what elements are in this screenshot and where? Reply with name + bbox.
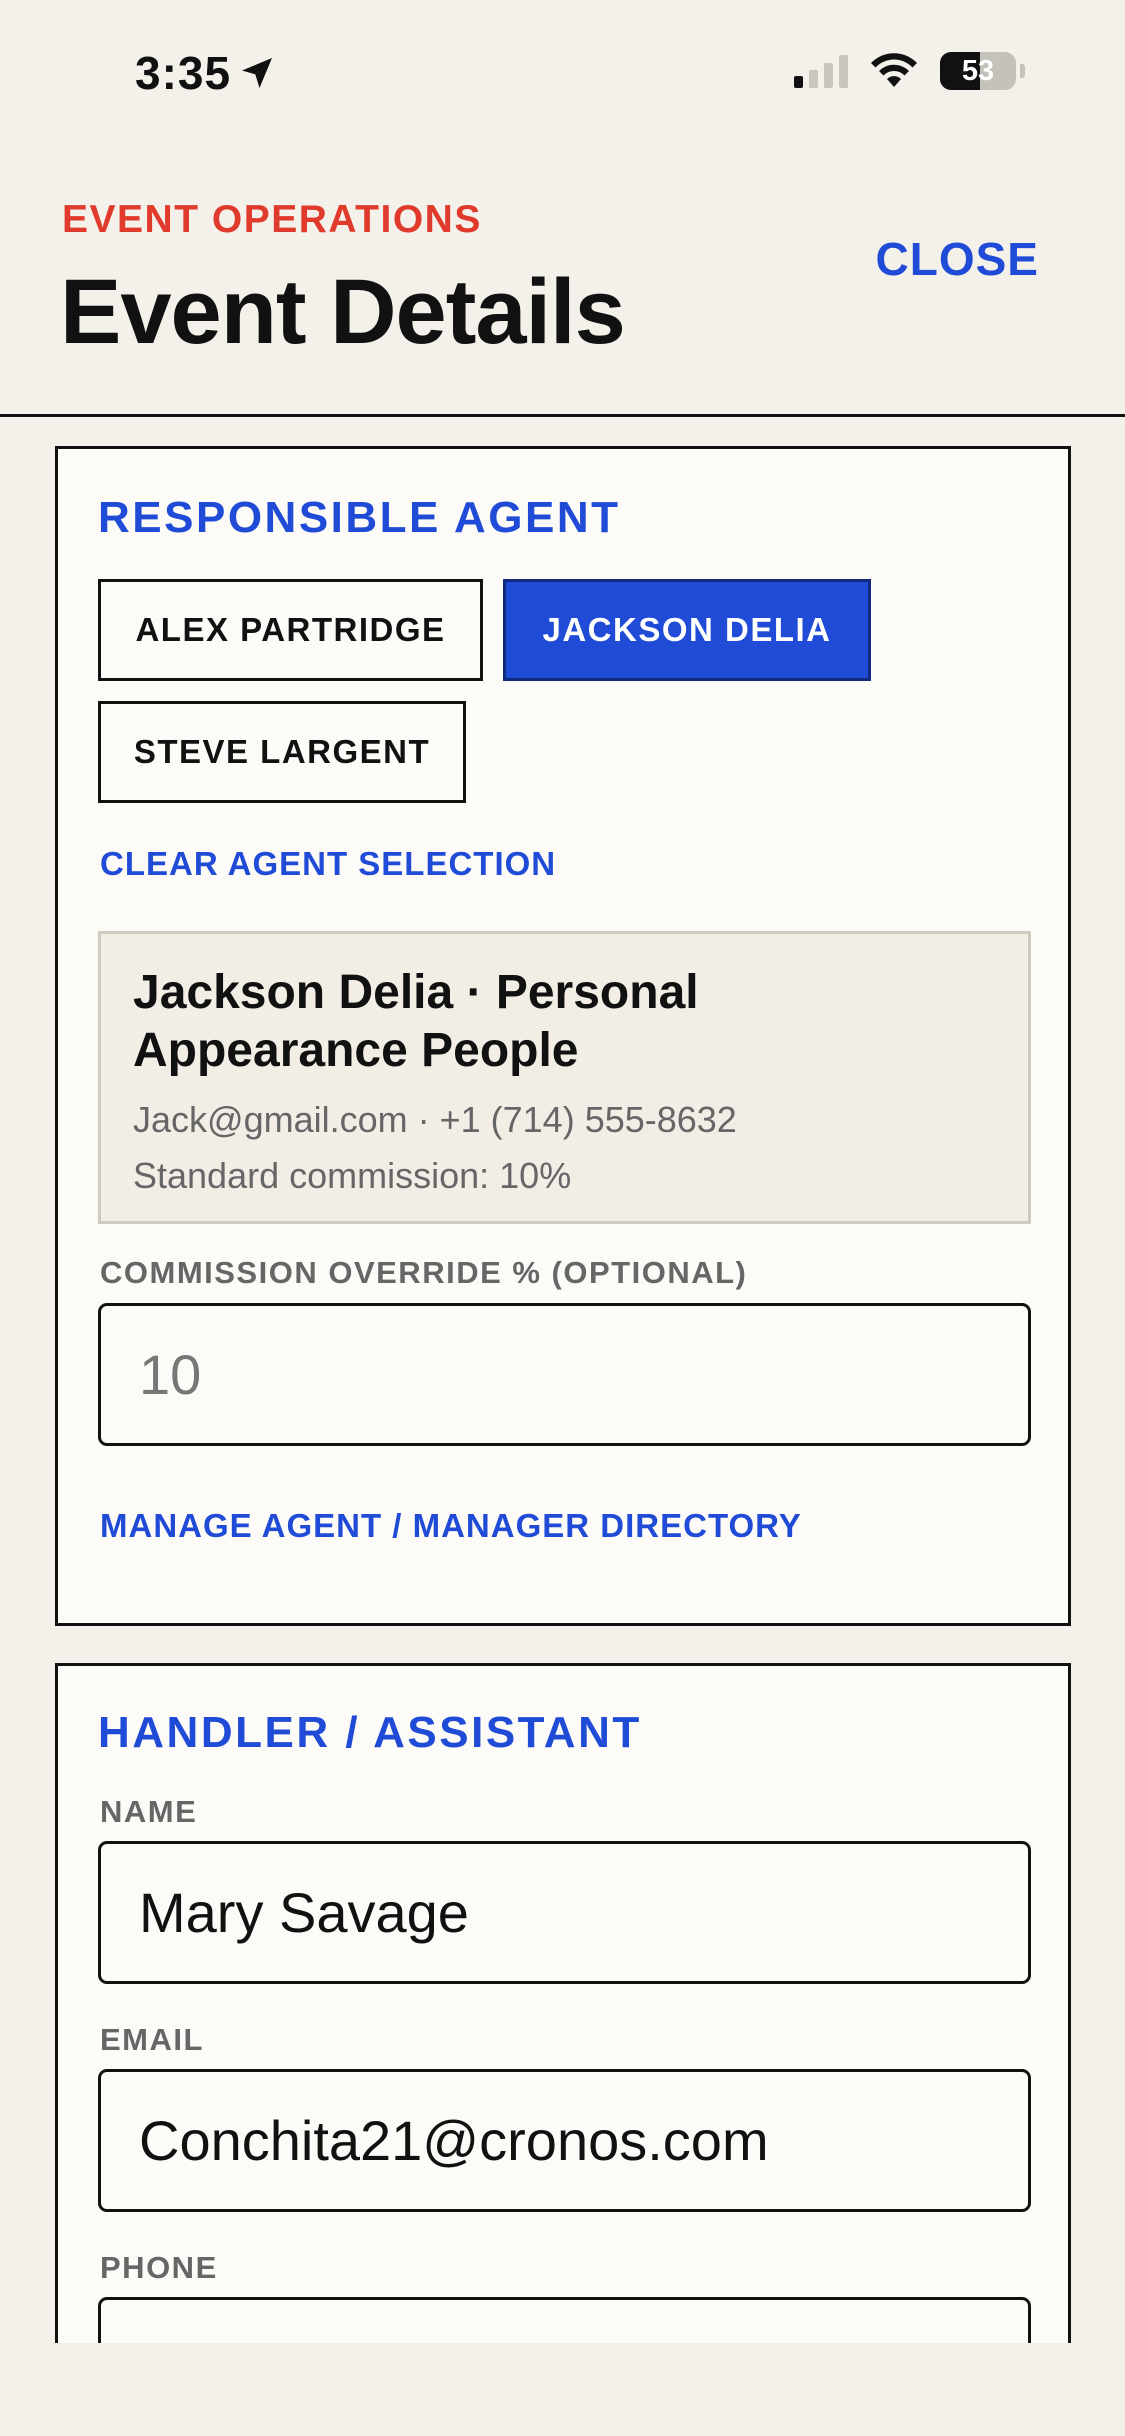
selected-agent-commission: Standard commission: 10%	[133, 1155, 572, 1196]
cellular-signal-icon	[794, 54, 848, 88]
commission-override-label: COMMISSION OVERRIDE % (OPTIONAL)	[100, 1255, 748, 1290]
handler-assistant-card: HANDLER / ASSISTANT NAME EMAIL PHONE	[55, 1663, 1071, 2343]
battery-icon: 53	[940, 52, 1016, 90]
handler-phone-input[interactable]	[98, 2297, 1031, 2343]
selected-agent-heading: Jackson Delia · Personal Appearance Peop…	[133, 966, 699, 1077]
battery-level: 53	[961, 54, 995, 87]
agent-option-steve-largent[interactable]: STEVE LARGENT	[98, 701, 466, 803]
selected-agent-contact: Jack@gmail.com · +1 (714) 555-8632	[133, 1099, 737, 1140]
wifi-icon	[871, 53, 917, 87]
page-title: Event Details	[60, 261, 626, 363]
battery-tip	[1020, 64, 1025, 78]
section-eyebrow: EVENT OPERATIONS	[62, 198, 482, 241]
agent-option-jackson-delia[interactable]: JACKSON DELIA	[503, 579, 871, 681]
clear-agent-selection-button[interactable]: CLEAR AGENT SELECTION	[100, 845, 556, 883]
handler-name-label: NAME	[100, 1794, 198, 1829]
handler-phone-label: PHONE	[100, 2250, 218, 2285]
handler-assistant-title: HANDLER / ASSISTANT	[98, 1708, 642, 1757]
status-bar: 3:35 53	[0, 0, 1125, 150]
close-button[interactable]: CLOSE	[876, 232, 1039, 286]
status-time: 3:35	[135, 46, 277, 100]
commission-override-input[interactable]	[98, 1303, 1031, 1446]
handler-email-input[interactable]	[98, 2069, 1031, 2212]
handler-name-input[interactable]	[98, 1841, 1031, 1984]
manage-agent-directory-button[interactable]: MANAGE AGENT / MANAGER DIRECTORY	[100, 1507, 802, 1545]
scroll-content[interactable]: RESPONSIBLE AGENT ALEX PARTRIDGE JACKSON…	[0, 418, 1125, 2343]
page-header: EVENT OPERATIONS Event Details CLOSE	[0, 150, 1125, 417]
selected-agent-info: Jackson Delia · Personal Appearance Peop…	[98, 931, 1031, 1224]
handler-email-label: EMAIL	[100, 2022, 204, 2057]
responsible-agent-title: RESPONSIBLE AGENT	[98, 493, 621, 542]
agent-option-alex-partridge[interactable]: ALEX PARTRIDGE	[98, 579, 483, 681]
responsible-agent-card: RESPONSIBLE AGENT ALEX PARTRIDGE JACKSON…	[55, 446, 1071, 1626]
status-time-text: 3:35	[135, 47, 232, 99]
location-arrow-icon	[242, 58, 273, 88]
